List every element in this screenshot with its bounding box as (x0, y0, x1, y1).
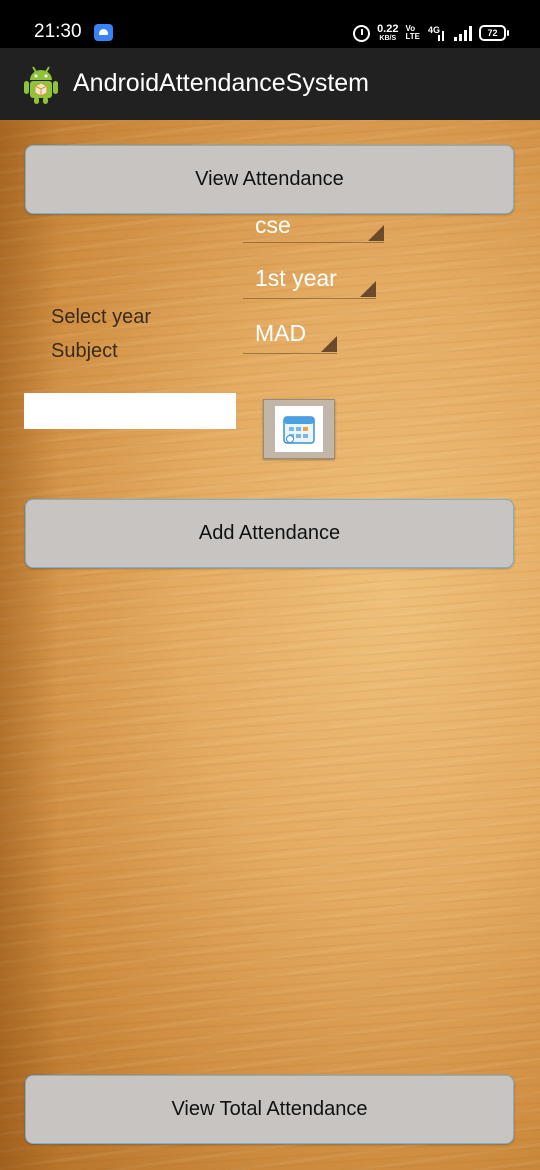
network-speed: 0.22 KB/S (377, 23, 399, 43)
battery-icon: 72 (479, 25, 509, 41)
subject-label: Subject (51, 340, 118, 362)
volte-indicator: Vo LTE (405, 25, 420, 41)
network-speed-value: 0.22 (377, 23, 399, 35)
add-attendance-button[interactable]: Add Attendance (25, 499, 514, 568)
branch-spinner-value: cse (255, 212, 291, 238)
subject-spinner[interactable]: MAD (243, 310, 337, 354)
calendar-icon-frame (275, 406, 323, 452)
network-speed-unit: KB/S (379, 35, 397, 42)
calendar-icon (283, 416, 315, 444)
status-indicators: 0.22 KB/S Vo LTE 4G 72 (353, 23, 509, 43)
battery-level: 72 (487, 28, 498, 38)
dropdown-arrow-icon (360, 281, 376, 297)
notification-app-icon (94, 24, 113, 41)
year-spinner[interactable]: 1st year (243, 256, 376, 299)
network-type-icon: 4G (427, 24, 447, 42)
app-title: AndroidAttendanceSystem (73, 69, 370, 97)
action-bar: AndroidAttendanceSystem (0, 48, 540, 120)
status-time: 21:30 (34, 21, 82, 42)
status-bar: 21:30 0.22 KB/S Vo LTE 4G 72 (0, 0, 540, 48)
dropdown-arrow-icon (321, 336, 337, 352)
date-input[interactable] (24, 393, 236, 429)
main-content: View Attendance cse 1st year Select year… (0, 120, 540, 1170)
android-robot-icon (24, 66, 58, 104)
subject-spinner-value: MAD (255, 320, 307, 346)
volte-bottom: LTE (405, 32, 420, 41)
view-total-attendance-button[interactable]: View Total Attendance (25, 1075, 514, 1144)
alarm-icon (353, 24, 371, 42)
select-year-label: Select year (51, 306, 152, 328)
calendar-button[interactable] (263, 399, 335, 459)
branch-spinner[interactable]: cse (243, 200, 384, 243)
year-spinner-value: 1st year (255, 265, 337, 291)
dropdown-arrow-icon (368, 225, 384, 241)
signal-strength-icon (454, 25, 472, 41)
